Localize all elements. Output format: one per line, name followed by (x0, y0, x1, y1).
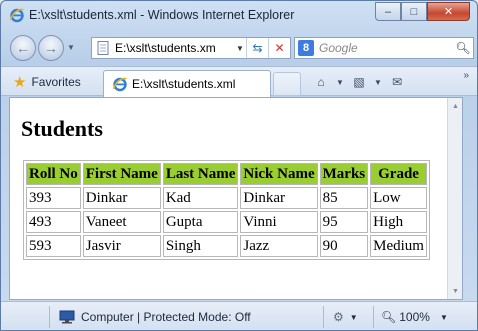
students-table: Roll No First Name Last Name Nick Name M… (23, 160, 430, 260)
status-divider (373, 306, 374, 328)
chevron-more-icon[interactable]: » (463, 70, 469, 81)
table-cell: 90 (319, 235, 369, 257)
zoom-control[interactable]: 🔍︎ 100% ▼ (381, 307, 448, 327)
column-header: Marks (319, 163, 369, 185)
table-cell: Medium (370, 235, 427, 257)
back-button[interactable]: ← (10, 35, 36, 61)
table-cell: Kad (162, 187, 239, 209)
table-cell: Jazz (240, 235, 318, 257)
feeds-dropdown[interactable]: ▼ (372, 72, 384, 92)
table-cell: Vinni (240, 211, 318, 233)
page-content: Students Roll No First Name Last Name Ni… (9, 97, 463, 300)
favorites-label: Favorites (31, 75, 81, 89)
minimize-button[interactable]: – (375, 2, 401, 21)
table-cell: 593 (26, 235, 81, 257)
security-zone[interactable]: Computer | Protected Mode: Off (59, 307, 251, 327)
forward-arrow-icon: → (44, 40, 58, 56)
search-input[interactable]: Google (319, 41, 453, 55)
vertical-scrollbar[interactable]: ▲ ▼ (447, 98, 462, 299)
table-cell: 85 (319, 187, 369, 209)
address-bar[interactable]: E:\xslt\students.xm ▼ ⇆ ✕ (91, 37, 291, 59)
status-bar: Computer | Protected Mode: Off ⚙ ▼ 🔍︎ 10… (1, 301, 477, 330)
address-input[interactable]: E:\xslt\students.xm (115, 41, 234, 55)
zoom-level: 100% (399, 310, 430, 324)
table-row: 393 Dinkar Kad Dinkar 85 Low (26, 187, 427, 209)
zone-text: Computer | Protected Mode: Off (81, 310, 251, 324)
column-header: Last Name (162, 163, 239, 185)
ie-icon (9, 8, 24, 23)
status-divider (49, 306, 50, 328)
table-cell: 95 (319, 211, 369, 233)
page-title: Students (21, 116, 103, 141)
page-icon (97, 41, 109, 55)
favorites-bar: ★ Favorites E:\xslt\students.xml ⌂ ▼ ▧ ▼… (1, 66, 477, 97)
address-row: ← → ▼ E:\xslt\students.xm ▼ ⇆ ✕ 8 Google… (1, 31, 477, 65)
close-button[interactable]: ✕ (427, 2, 470, 21)
computer-zone-icon (59, 310, 75, 324)
forward-button[interactable]: → (38, 35, 64, 61)
tab-students[interactable]: E:\xslt\students.xml (103, 70, 271, 97)
table-cell: Jasvir (82, 235, 161, 257)
home-dropdown[interactable]: ▼ (334, 72, 346, 92)
column-header: Roll No (26, 163, 81, 185)
stop-icon[interactable]: ✕ (268, 38, 290, 58)
table-row: 493 Vaneet Gupta Vinni 95 High (26, 211, 427, 233)
column-header: First Name (82, 163, 161, 185)
tab-label: E:\xslt\students.xml (132, 77, 236, 91)
table-cell: Low (370, 187, 427, 209)
table-cell: High (370, 211, 427, 233)
ie-icon (112, 77, 127, 92)
maximize-button[interactable]: □ (401, 2, 427, 21)
star-icon: ★ (13, 74, 27, 91)
google-icon[interactable]: 8 (298, 40, 314, 56)
scroll-down-icon[interactable]: ▼ (448, 283, 462, 299)
column-header: Nick Name (240, 163, 318, 185)
search-box[interactable]: 8 Google 🔍︎ (294, 37, 474, 59)
favorites-button[interactable]: ★ Favorites (9, 72, 85, 92)
zoom-icon: 🔍︎ (381, 310, 397, 324)
home-icon[interactable]: ⌂ (311, 72, 331, 92)
mail-icon[interactable]: ✉ (387, 72, 407, 92)
window-title: E:\xslt\students.xml - Windows Internet … (29, 8, 295, 22)
title-bar: E:\xslt\students.xml - Windows Internet … (1, 1, 477, 31)
column-header: Grade (370, 163, 427, 185)
gear-icon: ⚙ (333, 310, 344, 324)
table-cell: 393 (26, 187, 81, 209)
table-cell: 493 (26, 211, 81, 233)
status-divider (323, 306, 324, 328)
address-dropdown[interactable]: ▼ (234, 44, 246, 53)
protected-mode-settings[interactable]: ⚙ ▼ (333, 307, 358, 327)
table-row: 593 Jasvir Singh Jazz 90 Medium (26, 235, 427, 257)
table-cell: Singh (162, 235, 239, 257)
rss-icon[interactable]: ▧ (349, 72, 369, 92)
table-cell: Dinkar (240, 187, 318, 209)
command-bar: ⌂ ▼ ▧ ▼ ✉ (311, 72, 407, 92)
table-cell: Vaneet (82, 211, 161, 233)
zoom-dropdown: ▼ (439, 312, 448, 322)
table-cell: Gupta (162, 211, 239, 233)
table-header-row: Roll No First Name Last Name Nick Name M… (26, 163, 427, 185)
table-cell: Dinkar (82, 187, 161, 209)
settings-dropdown: ▼ (349, 312, 358, 322)
scroll-up-icon[interactable]: ▲ (448, 98, 462, 114)
caption-buttons: – □ ✕ (375, 2, 470, 21)
browser-window: E:\xslt\students.xml - Windows Internet … (0, 0, 478, 331)
recent-pages-dropdown[interactable]: ▼ (67, 43, 75, 52)
back-arrow-icon: ← (16, 40, 30, 56)
new-tab-button[interactable] (273, 72, 301, 96)
magnifier-icon[interactable]: 🔍︎ (453, 41, 473, 55)
refresh-icon[interactable]: ⇆ (246, 38, 268, 58)
